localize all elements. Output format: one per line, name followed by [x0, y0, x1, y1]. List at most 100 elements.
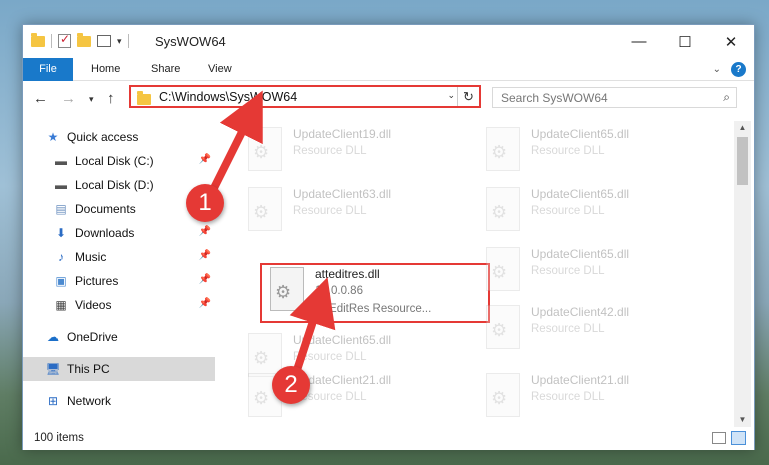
- customize-toolbar-icon[interactable]: [97, 35, 111, 47]
- pin-icon[interactable]: 📌: [199, 274, 211, 285]
- minimize-button[interactable]: —: [616, 25, 662, 58]
- videos-icon: ▦: [55, 298, 67, 312]
- file-item[interactable]: UpdateClient42.dll Resource DLL: [476, 301, 706, 361]
- refresh-icon[interactable]: ↻: [457, 87, 479, 106]
- sidebar-item-downloads[interactable]: ⬇ Downloads 📌: [23, 221, 215, 245]
- file-name: UpdateClient63.dll: [293, 187, 392, 201]
- expand-ribbon-icon[interactable]: ⌄: [713, 64, 721, 75]
- maximize-button[interactable]: ☐: [662, 25, 708, 58]
- sidebar-item-label: Downloads: [75, 226, 135, 240]
- sidebar-item-pictures[interactable]: ▣ Pictures 📌: [23, 269, 215, 293]
- file-type: Resource DLL: [531, 323, 605, 335]
- help-icon[interactable]: ?: [731, 62, 746, 77]
- properties-check-icon[interactable]: [58, 32, 71, 48]
- address-path[interactable]: C:\Windows\SysWOW64: [159, 90, 297, 104]
- step-2-badge: 2: [272, 366, 310, 404]
- sidebar-item-label: Documents: [75, 202, 136, 216]
- pc-icon: 🖥: [45, 362, 61, 376]
- window-title: SysWOW64: [155, 34, 226, 49]
- sidebar-item-network[interactable]: ⊞ Network: [23, 389, 215, 413]
- navigation-bar: ← → ▾ ↑ C:\Windows\SysWOW64 ⌄ ↻ Search S…: [23, 81, 754, 117]
- recent-locations-icon[interactable]: ▾: [89, 94, 94, 105]
- dll-file-icon: [248, 187, 282, 231]
- details-view-icon[interactable]: [712, 432, 726, 444]
- sidebar-item-music[interactable]: ♪ Music 📌: [23, 245, 215, 269]
- sidebar-item-label: Local Disk (D:): [75, 178, 154, 192]
- sidebar-item-label: Quick access: [67, 130, 139, 144]
- sidebar-item-quick-access[interactable]: ★ Quick access: [23, 125, 215, 149]
- dll-file-icon: [486, 373, 520, 417]
- sidebar-item-local-disk-c[interactable]: ▬ Local Disk (C:) 📌: [23, 149, 215, 173]
- title-bar: ▾ SysWOW64 — ☐ ✕: [23, 25, 754, 58]
- scroll-down-icon[interactable]: ▼: [734, 413, 751, 427]
- pictures-icon: ▣: [55, 274, 67, 288]
- file-name: UpdateClient65.dll: [531, 247, 630, 261]
- download-icon: ⬇: [55, 226, 67, 240]
- sidebar-item-local-disk-d[interactable]: ▬ Local Disk (D:): [23, 173, 215, 197]
- explorer-window: ▾ SysWOW64 — ☐ ✕ File Home Share View ⌄ …: [22, 24, 755, 450]
- sidebar-item-label: Videos: [75, 298, 112, 312]
- file-type: Resource DLL: [531, 205, 605, 217]
- toolbar-dropdown-icon[interactable]: ▾: [117, 36, 122, 47]
- sidebar-item-label: Network: [67, 394, 112, 408]
- file-type: Resource DLL: [293, 351, 367, 363]
- file-name: UpdateClient65.dll: [293, 333, 392, 347]
- quick-access-toolbar: ▾: [31, 32, 129, 48]
- new-folder-icon[interactable]: [77, 32, 91, 47]
- file-type: Resource DLL: [293, 205, 367, 217]
- file-name: UpdateClient65.dll: [531, 127, 630, 141]
- file-item[interactable]: UpdateClient21.dll Resource DLL: [476, 369, 706, 419]
- file-type: Resource DLL: [531, 145, 605, 157]
- folder-icon: [31, 32, 45, 47]
- folder-icon: [137, 91, 151, 105]
- pin-icon[interactable]: 📌: [199, 154, 211, 165]
- sidebar-item-onedrive[interactable]: ☁ OneDrive: [23, 325, 215, 349]
- address-bar[interactable]: C:\Windows\SysWOW64 ⌄ ↻: [129, 85, 481, 108]
- sidebar-item-label: Local Disk (C:): [75, 154, 154, 168]
- drive-icon: ▬: [55, 178, 67, 192]
- navigation-pane: ★ Quick access ▬ Local Disk (C:) 📌 ▬ Loc…: [23, 121, 215, 419]
- dll-file-icon: [486, 127, 520, 171]
- file-type: Resource DLL: [293, 145, 367, 157]
- search-input[interactable]: Search SysWOW64 ⌕: [492, 87, 737, 108]
- tab-file[interactable]: File: [23, 58, 73, 81]
- sidebar-item-this-pc[interactable]: 🖥 This PC: [23, 357, 215, 381]
- back-arrow-icon[interactable]: ←: [33, 90, 48, 107]
- file-name: UpdateClient21.dll: [531, 373, 630, 387]
- up-arrow-icon[interactable]: ↑: [107, 90, 115, 107]
- tab-share[interactable]: Share: [151, 58, 180, 81]
- large-icons-view-icon[interactable]: [731, 431, 746, 445]
- sidebar-item-videos[interactable]: ▦ Videos 📌: [23, 293, 215, 317]
- chevron-down-icon[interactable]: ⌄: [447, 90, 455, 101]
- file-item[interactable]: UpdateClient65.dll Resource DLL: [476, 183, 706, 243]
- toolbar-divider: [51, 34, 52, 48]
- file-item[interactable]: UpdateClient21.dll Resource DLL: [238, 369, 468, 419]
- pin-icon[interactable]: 📌: [199, 250, 211, 261]
- file-item[interactable]: UpdateClient65.dll Resource DLL: [476, 243, 706, 303]
- scroll-up-icon[interactable]: ▲: [734, 121, 751, 135]
- item-count: 100 items: [34, 432, 84, 444]
- window-controls: — ☐ ✕: [616, 25, 754, 58]
- sidebar-item-label: OneDrive: [67, 330, 118, 344]
- file-item[interactable]: UpdateClient19.dll Resource DLL: [238, 123, 468, 183]
- tab-home[interactable]: Home: [91, 58, 120, 81]
- pin-icon[interactable]: 📌: [199, 298, 211, 309]
- dll-file-icon: [486, 187, 520, 231]
- sidebar-item-label: Pictures: [75, 274, 119, 288]
- close-button[interactable]: ✕: [708, 25, 754, 58]
- file-type: Resource DLL: [531, 391, 605, 403]
- ribbon: File Home Share View ⌄ ?: [23, 58, 754, 81]
- music-icon: ♪: [58, 250, 64, 264]
- file-item[interactable]: UpdateClient63.dll Resource DLL: [238, 183, 468, 243]
- step-1-badge: 1: [186, 184, 224, 222]
- dll-file-icon: [486, 305, 520, 349]
- tab-view[interactable]: View: [208, 58, 232, 81]
- file-type: Resource DLL: [531, 265, 605, 277]
- scrollbar-thumb[interactable]: [737, 137, 748, 185]
- dll-file-icon: [486, 247, 520, 291]
- file-item[interactable]: UpdateClient65.dll Resource DLL: [476, 123, 706, 183]
- pin-icon[interactable]: 📌: [199, 226, 211, 237]
- search-icon[interactable]: ⌕: [723, 90, 730, 105]
- forward-arrow-icon[interactable]: →: [61, 90, 76, 107]
- vertical-scrollbar[interactable]: ▲ ▼: [734, 121, 751, 427]
